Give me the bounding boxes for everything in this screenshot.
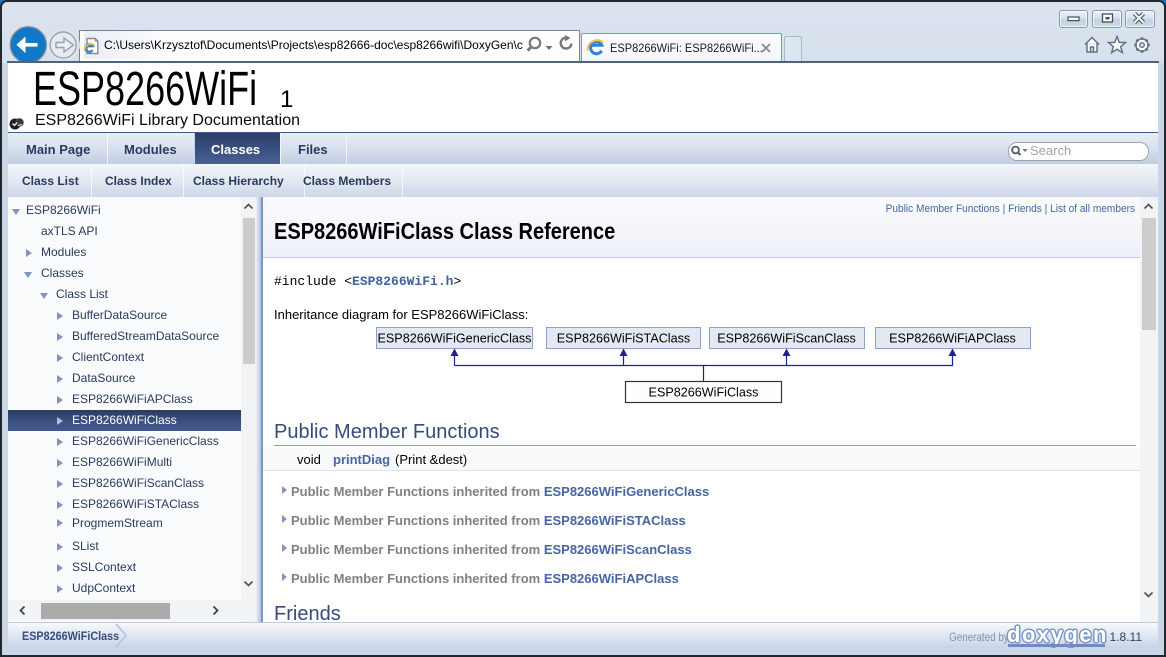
- svg-text:ESP8266WiFiClass: ESP8266WiFiClass: [649, 386, 759, 400]
- svg-text:ESP8266WiFiGenericClass: ESP8266WiFiGenericClass: [378, 332, 532, 346]
- svg-text:ESP8266WiFiSTAClass: ESP8266WiFiSTAClass: [557, 332, 690, 346]
- svg-text:ESP8266WiFiAPClass: ESP8266WiFiAPClass: [889, 332, 1016, 346]
- svg-text:ESP8266WiFiScanClass: ESP8266WiFiScanClass: [717, 332, 856, 346]
